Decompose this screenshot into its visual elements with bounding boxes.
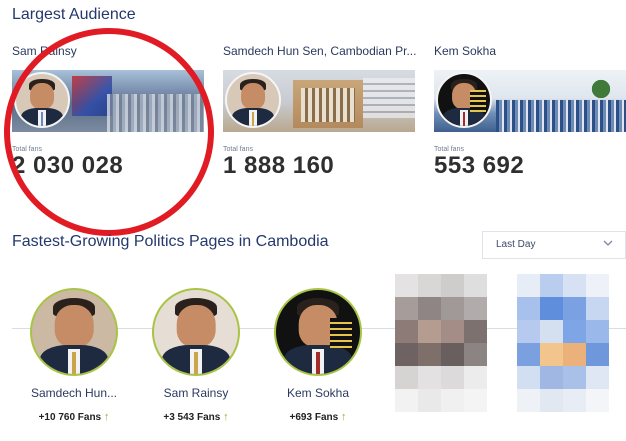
avatar xyxy=(30,288,118,376)
fans-growth: +10 760 Fans ↑ xyxy=(16,411,132,423)
total-fans-value: 2 030 028 xyxy=(12,152,124,179)
growth-item-sam-rainsy[interactable]: Sam Rainsy +3 543 Fans ↑ xyxy=(138,288,254,438)
page-card-sam-rainsy[interactable]: Sam Rainsy Total fans 2 030 028 xyxy=(12,44,208,189)
page-name[interactable]: Samdech Hun Sen, Cambodian Pr... xyxy=(223,44,419,58)
pixelated-avatar xyxy=(517,274,612,424)
pixelated-avatar xyxy=(395,274,510,424)
fans-growth: +693 Fans ↑ xyxy=(260,411,376,423)
page-name[interactable]: Sam Rainsy xyxy=(138,386,254,400)
total-fans-value: 1 888 160 xyxy=(223,152,335,179)
avatar xyxy=(152,288,240,376)
up-arrow-icon: ↑ xyxy=(340,411,347,423)
page-card-kem-sokha[interactable]: Kem Sokha Total fans 553 692 xyxy=(434,44,626,189)
page-card-hun-sen[interactable]: Samdech Hun Sen, Cambodian Pr... Total f… xyxy=(223,44,419,189)
largest-audience-title: Largest Audience xyxy=(12,6,136,23)
avatar xyxy=(274,288,362,376)
avatar xyxy=(14,72,70,128)
fans-growth-value: +10 760 Fans xyxy=(38,412,102,423)
up-arrow-icon: ↑ xyxy=(103,411,110,423)
page-name[interactable]: Sam Rainsy xyxy=(12,44,208,58)
up-arrow-icon: ↑ xyxy=(223,411,229,423)
fans-growth-value: +3 543 Fans xyxy=(163,412,221,423)
avatar xyxy=(225,72,281,128)
chevron-down-icon xyxy=(603,240,613,246)
period-select[interactable]: Last Day xyxy=(482,231,626,259)
growth-item-hun-sen[interactable]: Samdech Hun... +10 760 Fans ↑ xyxy=(16,288,132,438)
page-name[interactable]: Kem Sokha xyxy=(260,386,376,400)
growth-item-kem-sokha[interactable]: Kem Sokha +693 Fans ↑ xyxy=(260,288,376,438)
fastest-growing-title: Fastest-Growing Politics Pages in Cambod… xyxy=(12,233,329,250)
avatar xyxy=(436,72,492,128)
page-name[interactable]: Samdech Hun... xyxy=(16,386,132,400)
page-name[interactable]: Kem Sokha xyxy=(434,44,626,58)
total-fans-value: 553 692 xyxy=(434,152,525,179)
fans-growth-value: +693 Fans xyxy=(289,412,339,423)
fans-growth: +3 543 Fans ↑ xyxy=(138,411,254,423)
period-select-value: Last Day xyxy=(496,239,536,250)
